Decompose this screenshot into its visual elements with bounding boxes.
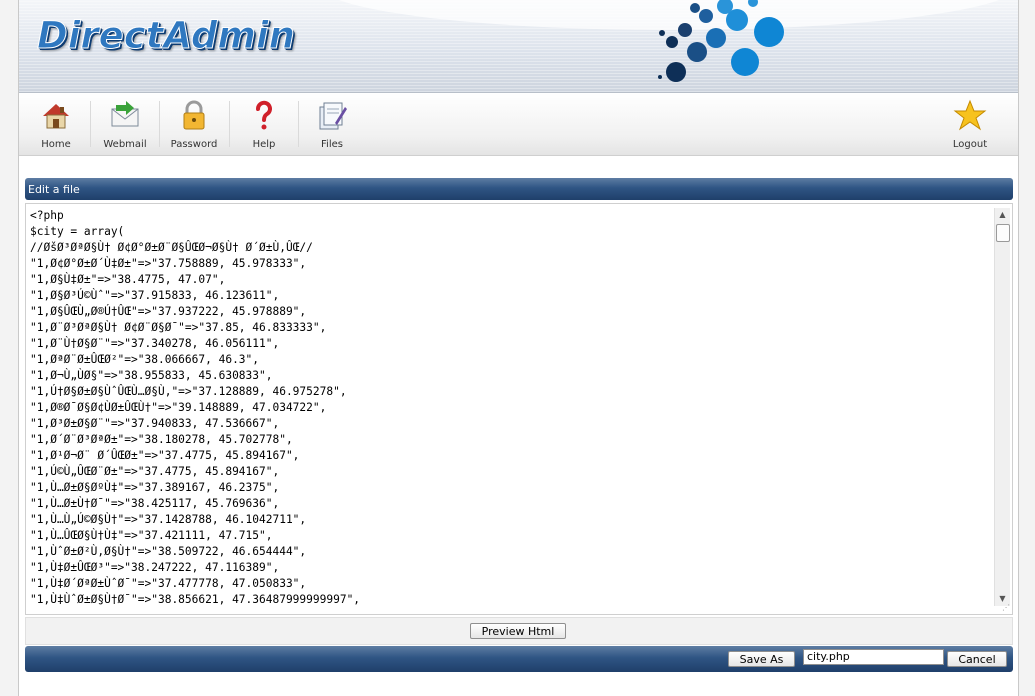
scroll-thumb[interactable] [996,224,1010,242]
editor-textarea[interactable]: <?php $city = array( //ØšØ³ØªØ§Ù† Ø¢Ø°Ø±… [30,208,990,608]
main-toolbar: Home Webmail Password Help Files Logout [19,93,1018,156]
padlock-icon [183,100,205,130]
page-frame: DirectAdmin Home Webmail Password Help F… [18,0,1019,696]
toolbar-home-label: Home [41,139,71,150]
save-actions-bar: Save As Cancel [25,646,1013,672]
files-icon [319,102,347,130]
toolbar-logout[interactable]: Logout [936,97,1004,153]
toolbar-files-label: Files [321,139,343,150]
question-mark-icon [256,100,272,130]
toolbar-password-label: Password [170,139,218,150]
toolbar-home[interactable]: Home [22,97,90,153]
star-icon [953,99,987,131]
filename-field[interactable] [803,649,944,665]
toolbar-webmail-label: Webmail [103,139,147,150]
panel-title: Edit a file [28,183,80,196]
preview-html-button[interactable]: Preview Html [470,623,566,639]
header-banner: DirectAdmin [19,0,1018,93]
scroll-up-icon[interactable]: ▲ [995,208,1010,222]
toolbar-password[interactable]: Password [160,97,228,153]
save-as-button[interactable]: Save As [728,651,795,667]
cancel-button[interactable]: Cancel [947,651,1007,667]
preview-row: Preview Html [25,617,1013,645]
toolbar-logout-label: Logout [952,139,988,150]
file-editor[interactable]: <?php $city = array( //ØšØ³ØªØ§Ù† Ø¢Ø°Ø±… [25,203,1013,615]
logo-dots-graphic [658,0,784,82]
resize-grip-icon[interactable]: ⋰ [1000,604,1010,612]
envelope-icon [111,101,139,127]
house-icon [43,104,69,129]
toolbar-help-label: Help [252,139,276,150]
toolbar-webmail[interactable]: Webmail [91,97,159,153]
edit-file-titlebar: Edit a file [25,178,1013,200]
editor-scrollbar[interactable]: ▲ ▼ [994,208,1010,606]
toolbar-help[interactable]: Help [230,97,298,153]
toolbar-files[interactable]: Files [298,97,366,153]
brand-logo[interactable]: DirectAdmin [37,14,296,58]
